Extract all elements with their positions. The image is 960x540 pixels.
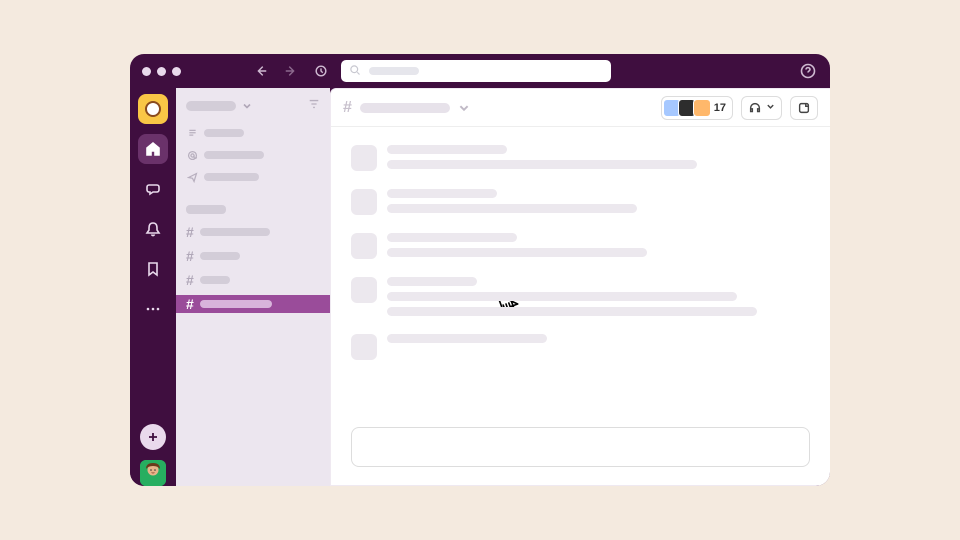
titlebar [130, 54, 830, 88]
hash-icon: # [186, 297, 194, 311]
hash-icon: # [343, 99, 352, 117]
nav-forward-button[interactable] [281, 61, 301, 81]
message-list[interactable] [331, 127, 830, 421]
threads-icon [186, 127, 198, 139]
member-avatar [693, 99, 711, 117]
app-window: # # # # # [130, 54, 830, 486]
message-avatar [351, 277, 377, 303]
channel-item-selected[interactable]: # [176, 295, 330, 313]
message-avatar [351, 334, 377, 360]
workspace-rail [130, 88, 176, 486]
message-composer[interactable] [351, 427, 810, 467]
message-item[interactable] [351, 145, 810, 171]
member-count: 17 [714, 102, 726, 114]
message-item[interactable] [351, 189, 810, 215]
huddle-button[interactable] [741, 96, 782, 120]
nav-back-button[interactable] [251, 61, 271, 81]
zoom-dot[interactable] [172, 67, 181, 76]
sidebar-item-label [204, 151, 264, 159]
close-dot[interactable] [142, 67, 151, 76]
section-label [186, 205, 226, 214]
canvas-button[interactable] [790, 96, 818, 120]
message-avatar [351, 189, 377, 215]
hash-icon: # [186, 225, 194, 239]
rail-activity[interactable] [138, 214, 168, 244]
channel-label [200, 300, 272, 308]
sidebar-item-label [204, 173, 259, 181]
help-button[interactable] [798, 61, 818, 81]
workspace-icon [145, 101, 161, 117]
channel-title[interactable] [360, 103, 450, 113]
sidebar-section-header[interactable] [176, 201, 330, 217]
message-item[interactable] [351, 233, 810, 259]
rail-more[interactable] [138, 294, 168, 324]
self-avatar[interactable] [140, 460, 166, 486]
hash-icon: # [186, 273, 194, 287]
channel-sidebar: # # # # [176, 88, 330, 486]
rail-home[interactable] [138, 134, 168, 164]
mentions-icon [186, 149, 198, 161]
channel-label [200, 252, 240, 260]
message-avatar [351, 145, 377, 171]
rail-later[interactable] [138, 254, 168, 284]
rail-dms[interactable] [138, 174, 168, 204]
app-body: # # # # # [130, 88, 830, 486]
channel-item[interactable]: # [176, 247, 330, 265]
search-input[interactable] [341, 60, 611, 82]
history-button[interactable] [311, 61, 331, 81]
window-controls[interactable] [142, 67, 181, 76]
channel-item[interactable]: # [176, 271, 330, 289]
channel-label [200, 276, 230, 284]
minimize-dot[interactable] [157, 67, 166, 76]
channel-label [200, 228, 270, 236]
search-placeholder [369, 67, 419, 75]
search-icon [349, 64, 361, 79]
chevron-down-icon [242, 101, 252, 111]
sidebar-nav-threads[interactable] [176, 125, 330, 141]
message-avatar [351, 233, 377, 259]
rail-add-button[interactable] [140, 424, 166, 450]
channel-item[interactable]: # [176, 223, 330, 241]
sidebar-nav-drafts[interactable] [176, 169, 330, 185]
chevron-down-icon [766, 102, 775, 114]
drafts-icon [186, 171, 198, 183]
sidebar-item-label [204, 129, 244, 137]
workspace-switcher[interactable] [138, 94, 168, 124]
members-chip[interactable]: 17 [661, 96, 733, 120]
sidebar-nav-mentions[interactable] [176, 147, 330, 163]
workspace-name [186, 101, 236, 111]
message-item[interactable] [351, 334, 810, 360]
main-panel: # 17 [330, 88, 830, 486]
message-item[interactable] [351, 277, 810, 316]
hash-icon: # [186, 249, 194, 263]
filter-icon[interactable] [308, 98, 320, 113]
composer-area [331, 421, 830, 485]
chevron-down-icon[interactable] [458, 102, 470, 114]
sidebar-header[interactable] [176, 96, 330, 115]
channel-header: # 17 [331, 89, 830, 127]
